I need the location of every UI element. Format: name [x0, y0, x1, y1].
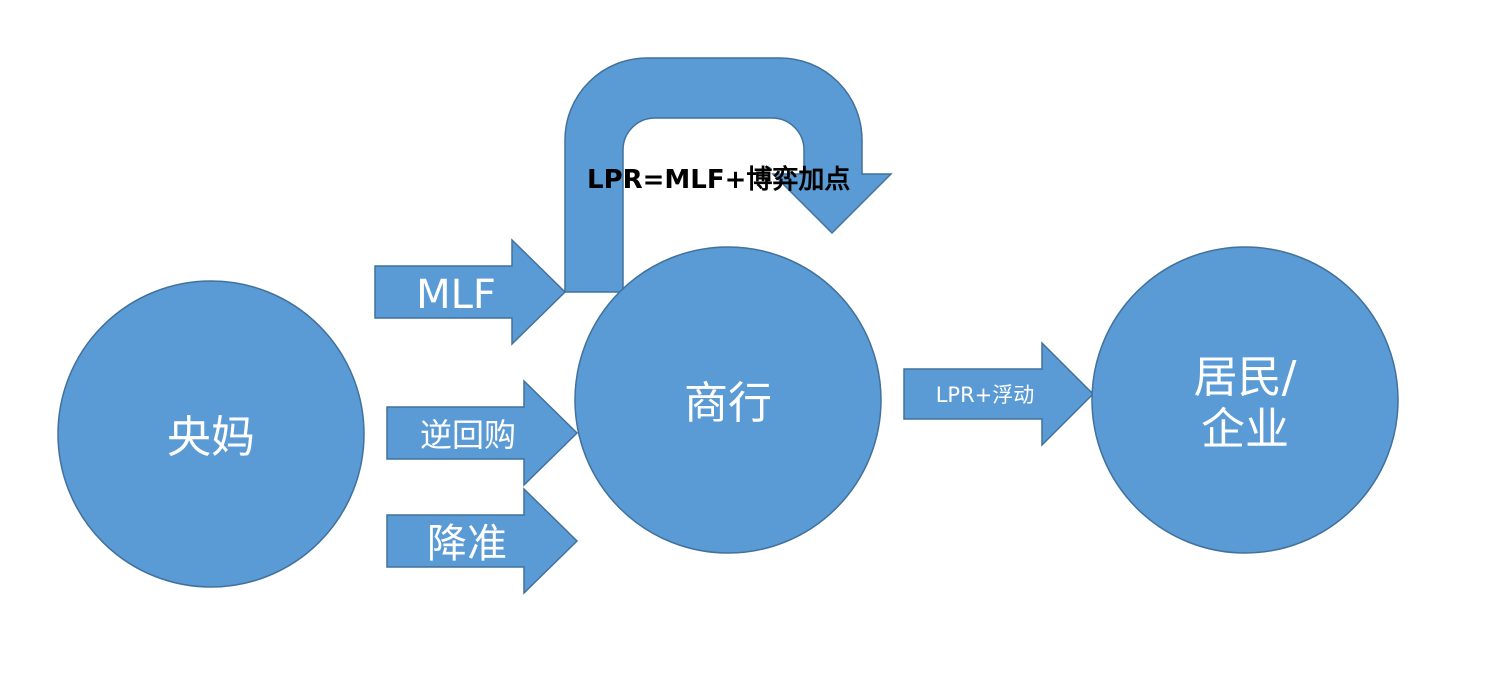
node-households-enterprises: 居民/ 企业: [1091, 246, 1399, 554]
commercial-bank-label: 商行: [684, 378, 772, 429]
households-label-line1: 居民/: [1194, 352, 1297, 403]
households-label-line2: 企业: [1201, 404, 1289, 455]
arrow-rrr-cut: 降准: [386, 487, 579, 595]
reverse-repo-arrow-label: 逆回购: [420, 416, 516, 454]
central-bank-label: 央妈: [167, 412, 255, 463]
node-commercial-bank: 商行: [574, 246, 882, 554]
arrow-mlf: MLF: [374, 238, 567, 346]
flow-diagram: 央妈 MLF 逆回购 降准 商行 LPR+浮动 居民/ 企业 LPR=MLF+博…: [57, 57, 1399, 595]
node-central-bank: 央妈: [57, 280, 365, 588]
rrr-cut-arrow-label: 降准: [427, 521, 507, 567]
lpr-formula-annotation: LPR=MLF+博弈加点: [587, 164, 850, 195]
arrow-reverse-repo: 逆回购: [386, 379, 579, 487]
lpr-float-arrow-label: LPR+浮动: [936, 383, 1035, 407]
arrow-lpr-float: LPR+浮动: [903, 341, 1095, 447]
mlf-arrow-label: MLF: [416, 272, 496, 318]
